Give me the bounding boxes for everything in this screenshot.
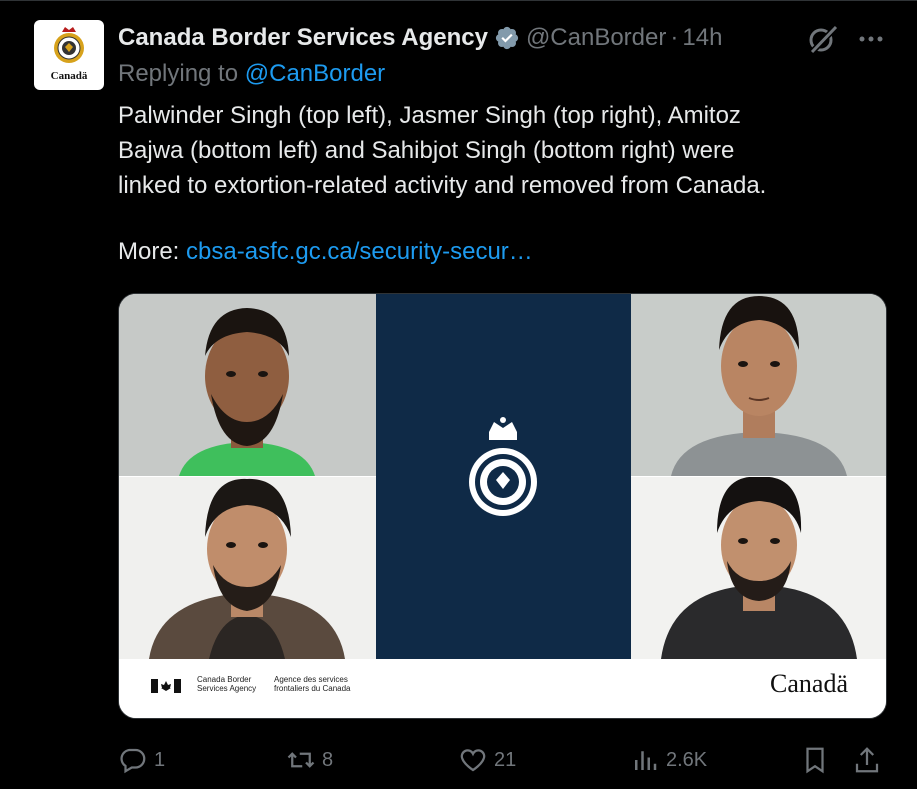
agency-name-en-line: Canada Border [197, 675, 252, 684]
agency-name-fr: Agence des services frontaliers du Canad… [274, 675, 351, 693]
views-button[interactable]: 2.6K [630, 740, 707, 780]
media-footer: Canada Border Services Agency Agence des… [119, 659, 886, 718]
more-link-line: More: cbsa-asfc.gc.ca/security-secur… [118, 238, 533, 266]
cbsa-crest-icon [54, 27, 84, 63]
agency-crest-panel [376, 294, 631, 659]
like-button[interactable]: 21 [458, 740, 516, 780]
author-handle[interactable]: @CanBorder [526, 24, 666, 52]
more-label: More: [118, 238, 180, 265]
reply-mention-link[interactable]: @CanBorder [245, 60, 385, 87]
views-count: 2.6K [666, 748, 708, 771]
avatar-wordmark: Canadä [50, 70, 88, 82]
tweet-text: Palwinder Singh (top left), Jasmer Singh… [118, 98, 878, 203]
canada-flag-icon [151, 679, 181, 693]
tweet-header: Canada Border Services Agency @CanBorder… [118, 20, 722, 56]
tweet-text-line: linked to extortion-related activity and… [118, 172, 767, 199]
tweet-text-line: Palwinder Singh (top left), Jasmer Singh… [118, 102, 741, 129]
action-bar: 1 8 21 2.6K [0, 740, 917, 780]
divider [0, 0, 917, 1]
replying-to: Replying to @CanBorder [118, 60, 385, 88]
agency-name-en: Canada Border Services Agency [197, 675, 256, 693]
repost-button[interactable]: 8 [286, 740, 333, 780]
bookmark-button[interactable] [800, 740, 830, 780]
verified-badge-icon[interactable] [494, 25, 520, 51]
canada-wordmark: Canadä [770, 669, 848, 698]
reply-button[interactable]: 1 [118, 740, 165, 780]
photo-bottom-left [119, 477, 376, 659]
reply-icon [120, 748, 146, 774]
repost-count: 8 [322, 748, 334, 771]
author-name[interactable]: Canada Border Services Agency [118, 24, 488, 52]
replying-to-label: Replying to [118, 60, 239, 87]
share-icon [855, 747, 879, 773]
like-count: 21 [494, 748, 517, 771]
separator: · [670, 24, 679, 51]
reply-count: 1 [154, 748, 166, 771]
external-link[interactable]: cbsa-asfc.gc.ca/security-secur… [186, 238, 533, 265]
photo-bottom-right [631, 477, 886, 659]
repost-icon [287, 752, 315, 768]
avatar[interactable]: Canadä [34, 20, 104, 90]
cbsa-emblem-icon [469, 417, 537, 516]
timestamp[interactable]: 14h [682, 24, 722, 52]
views-icon [635, 751, 657, 770]
more-options-icon[interactable] [856, 24, 886, 54]
bookmark-icon [806, 747, 824, 774]
agency-name-fr-line: frontaliers du Canada [274, 684, 351, 693]
agency-name-en-line: Services Agency [197, 684, 257, 693]
media-image[interactable]: Canada Border Services Agency Agence des… [118, 293, 887, 719]
photo-top-left [119, 294, 376, 476]
share-button[interactable] [852, 740, 882, 780]
photo-top-right [631, 294, 886, 476]
agency-name-fr-line: Agence des services [274, 675, 348, 684]
tweet-text-line: Bajwa (bottom left) and Sahibjot Singh (… [118, 137, 735, 164]
heart-icon [460, 749, 486, 772]
grok-icon[interactable] [806, 22, 840, 56]
